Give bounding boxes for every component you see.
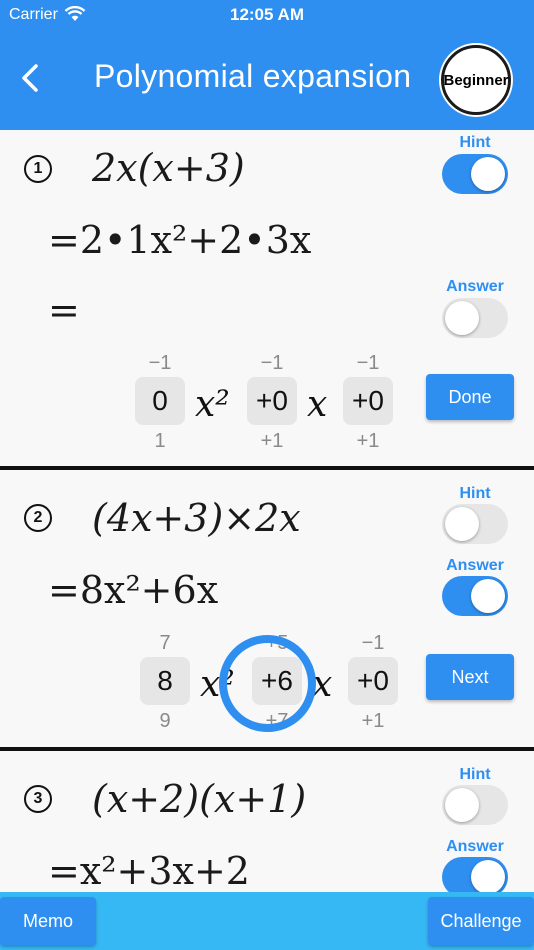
constant-picker[interactable]: −1 +0 +1 [343, 352, 393, 452]
coefficient-picker-x2[interactable]: −1 0 1 [135, 352, 185, 452]
picker-next-value: +1 [260, 430, 284, 452]
answer-toggle[interactable] [442, 576, 508, 616]
answer-label: Answer [446, 557, 504, 574]
picker-current-value[interactable]: +0 [348, 657, 398, 705]
picker-prev-value: −1 [148, 352, 172, 374]
picker-next-value: 9 [159, 710, 171, 732]
picker-current-value[interactable]: 8 [140, 657, 190, 705]
problem-expression: 2x(x+3) [92, 146, 245, 190]
hint-toggle[interactable] [442, 785, 508, 825]
problem-card-3: 3 (x+2)(x+1) =x²+3x+2 Hint Answer [0, 751, 534, 897]
constant-picker[interactable]: −1 +0 +1 [348, 632, 398, 732]
picker-next-value: +1 [361, 710, 385, 732]
page-title: Polynomial expansion [94, 58, 412, 94]
picker-prev-value: 7 [159, 632, 171, 654]
picker-next-value: 1 [154, 430, 166, 452]
coefficient-picker-x[interactable]: −1 +0 +1 [247, 352, 297, 452]
expansion-step: =2•1x²+2•3x [48, 218, 312, 262]
app-header: Carrier 12:05 AM Polynomial expansion Be… [0, 0, 534, 130]
picker-current-value[interactable]: +0 [247, 377, 297, 425]
done-button[interactable]: Done [426, 374, 514, 420]
toggle-knob [445, 788, 479, 822]
picker-next-value: +1 [356, 430, 380, 452]
hint-label: Hint [459, 766, 491, 783]
answer-label: Answer [446, 278, 504, 295]
picker-prev-value: −1 [361, 632, 385, 654]
answer-prefix: = [48, 288, 80, 332]
answer-toggle[interactable] [442, 298, 508, 338]
problem-number: 3 [24, 785, 52, 813]
variable-x: x [307, 384, 328, 425]
clock: 12:05 AM [229, 5, 304, 24]
picker-prev-value: −1 [356, 352, 380, 374]
coefficient-picker-x2[interactable]: 7 8 9 [140, 632, 190, 732]
answer-line: =8x²+6x [48, 568, 219, 612]
level-label: Beginner [443, 71, 509, 89]
next-button[interactable]: Next [426, 654, 514, 700]
picker-current-value[interactable]: 0 [135, 377, 185, 425]
answer-label: Answer [446, 838, 504, 855]
problem-expression: (4x+3)×2x [92, 496, 301, 540]
toggle-knob [445, 301, 479, 335]
variable-x-squared: x² [195, 384, 230, 425]
problem-card-1: 1 2x(x+3) =2•1x²+2•3x = Hint Answer −1 0… [0, 130, 534, 466]
problem-expression: (x+2)(x+1) [92, 777, 307, 821]
hint-label: Hint [459, 485, 491, 502]
answer-line: =x²+3x+2 [48, 849, 250, 893]
hint-toggle[interactable] [442, 154, 508, 194]
hint-label: Hint [459, 134, 491, 151]
toggle-knob [471, 860, 505, 894]
status-bar: Carrier 12:05 AM [0, 0, 534, 30]
toggle-knob [471, 157, 505, 191]
toggle-knob [445, 507, 479, 541]
picker-current-value[interactable]: +0 [343, 377, 393, 425]
challenge-button[interactable]: Challenge [428, 897, 534, 945]
picker-prev-value: −1 [260, 352, 284, 374]
problem-number: 2 [24, 504, 52, 532]
hint-toggle[interactable] [442, 504, 508, 544]
problem-number: 1 [24, 155, 52, 183]
answer-toggle[interactable] [442, 857, 508, 897]
level-badge[interactable]: Beginner [441, 45, 511, 115]
memo-button[interactable]: Memo [0, 897, 96, 945]
toggle-knob [471, 579, 505, 613]
tap-highlight-ring [219, 635, 316, 732]
back-chevron-icon[interactable] [16, 58, 46, 98]
